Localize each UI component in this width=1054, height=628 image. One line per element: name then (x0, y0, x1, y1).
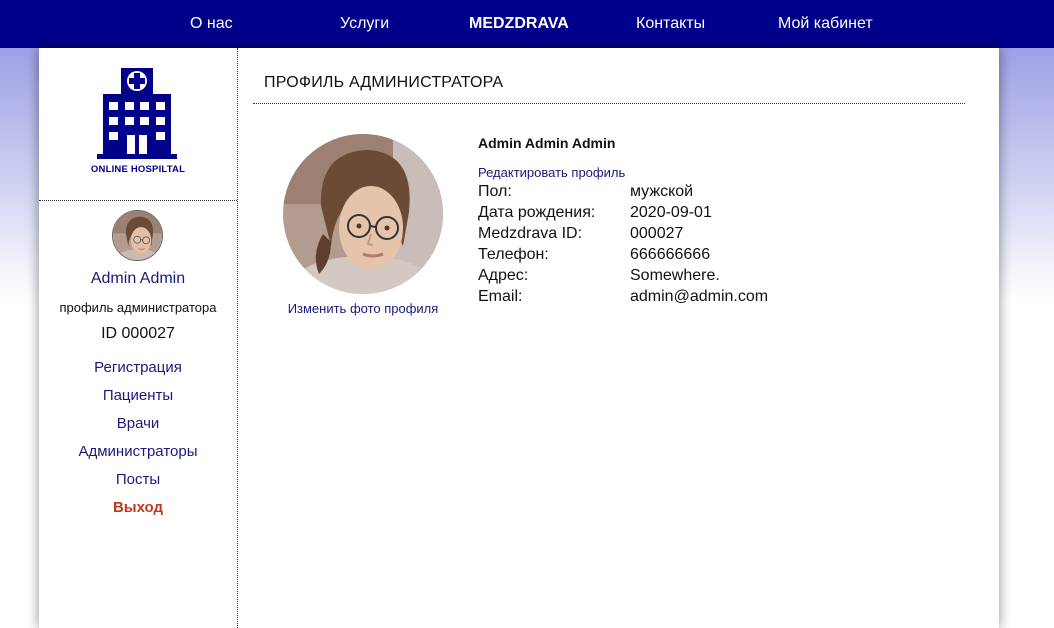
nav-brand[interactable]: MEDZDRAVA (469, 0, 569, 48)
field-label: Medzdrava ID: (478, 225, 583, 242)
info-row-email: Email: admin@admin.com (478, 288, 878, 309)
field-label: Пол: (478, 183, 512, 200)
avatar[interactable] (112, 210, 163, 261)
field-label: Адрес: (478, 267, 529, 284)
change-photo-link[interactable]: Изменить фото профиля (253, 301, 473, 316)
field-label: Email: (478, 288, 523, 305)
field-value: admin@admin.com (630, 288, 769, 305)
nav-my-account[interactable]: Мой кабинет (778, 0, 873, 48)
nav-services[interactable]: Услуги (340, 0, 389, 48)
edit-profile-link[interactable]: Редактировать профиль (478, 165, 625, 180)
sidebar-user-id: ID 000027 (101, 325, 175, 342)
sidebar-item-doctors[interactable]: Врачи (39, 414, 237, 442)
page-title: ПРОФИЛЬ АДМИНИСТРАТОРА (264, 74, 504, 91)
user-photo-icon (113, 211, 162, 260)
sidebar-item-registration[interactable]: Регистрация (39, 358, 237, 386)
sidebar-item-administrators[interactable]: Администраторы (39, 442, 237, 470)
sidebar-item-patients[interactable]: Пациенты (39, 386, 237, 414)
nav-contacts[interactable]: Контакты (636, 0, 705, 48)
field-value: мужской (630, 183, 694, 200)
sidebar-user-role: профиль администратора (59, 300, 217, 315)
info-row-phone: Телефон: 666666666 (478, 246, 878, 267)
profile-info: Пол: мужской Дата рождения: 2020-09-01 M… (478, 183, 878, 309)
field-label: Дата рождения: (478, 204, 596, 221)
info-row-medzdrava-id: Medzdrava ID: 000027 (478, 225, 878, 246)
user-photo-icon (283, 134, 443, 294)
info-row-gender: Пол: мужской (478, 183, 878, 204)
nav-about[interactable]: О нас (190, 0, 233, 48)
sidebar: ONLINE HOSPILTAL Admin Admin профиль адм… (39, 48, 238, 628)
logo-text: ONLINE HOSPILTAL (90, 164, 186, 175)
field-value: 666666666 (630, 246, 711, 263)
profile-full-name: Admin Admin Admin (478, 135, 616, 151)
sidebar-item-posts[interactable]: Посты (39, 470, 237, 498)
field-value: 2020-09-01 (630, 204, 712, 221)
field-value: Somewhere. (630, 267, 720, 284)
main-card: ONLINE HOSPILTAL Admin Admin профиль адм… (39, 48, 999, 628)
logo[interactable]: ONLINE HOSPILTAL (39, 48, 237, 201)
info-row-birthdate: Дата рождения: 2020-09-01 (478, 204, 878, 225)
field-value: 000027 (630, 225, 684, 242)
profile-photo[interactable] (283, 134, 443, 294)
sidebar-menu: Регистрация Пациенты Врачи Администратор… (39, 358, 237, 526)
title-divider (253, 103, 965, 104)
top-navigation: О нас Услуги MEDZDRAVA Контакты Мой каби… (0, 0, 1054, 48)
info-row-address: Адрес: Somewhere. (478, 267, 878, 288)
hospital-building-icon (97, 68, 177, 159)
field-label: Телефон: (478, 246, 549, 263)
sidebar-item-logout[interactable]: Выход (39, 498, 237, 526)
sidebar-user-name[interactable]: Admin Admin (39, 270, 237, 288)
